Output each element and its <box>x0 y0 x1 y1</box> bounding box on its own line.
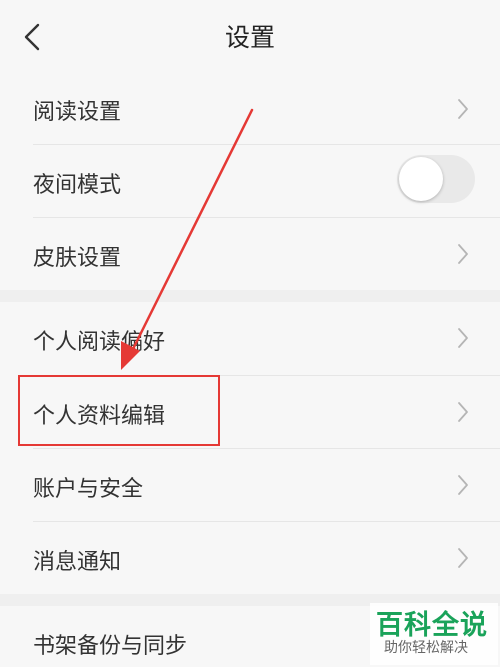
row-label: 夜间模式 <box>33 173 122 198</box>
page-title: 设置 <box>224 23 275 52</box>
chevron-right-icon <box>458 328 468 348</box>
toggle-knob <box>399 157 443 201</box>
chevron-right-icon <box>458 402 468 422</box>
chevron-right-icon <box>458 99 468 119</box>
watermark-subtitle: 助你轻松解决 <box>384 640 468 656</box>
night-mode-toggle[interactable] <box>397 155 475 203</box>
chevron-right-icon <box>458 548 468 568</box>
settings-row-skin[interactable]: 皮肤设置 <box>0 218 500 290</box>
chevron-right-icon <box>458 475 468 495</box>
row-label: 书架备份与同步 <box>33 634 188 659</box>
row-label: 个人阅读偏好 <box>33 330 166 355</box>
settings-row-account-security[interactable]: 账户与安全 <box>0 449 500 521</box>
row-label: 消息通知 <box>33 550 122 575</box>
row-label: 账户与安全 <box>33 477 144 502</box>
settings-row-reading-preferences[interactable]: 个人阅读偏好 <box>0 302 500 374</box>
row-label: 皮肤设置 <box>33 246 122 271</box>
chevron-right-icon <box>458 244 468 264</box>
row-label: 阅读设置 <box>33 100 122 125</box>
settings-row-reading[interactable]: 阅读设置 <box>0 76 500 144</box>
section-gap <box>0 290 500 302</box>
highlight-box <box>18 375 220 446</box>
settings-row-notifications[interactable]: 消息通知 <box>0 522 500 594</box>
nav-header: 设置 <box>0 0 500 76</box>
watermark: 百科全说 助你轻松解决 <box>370 603 498 665</box>
